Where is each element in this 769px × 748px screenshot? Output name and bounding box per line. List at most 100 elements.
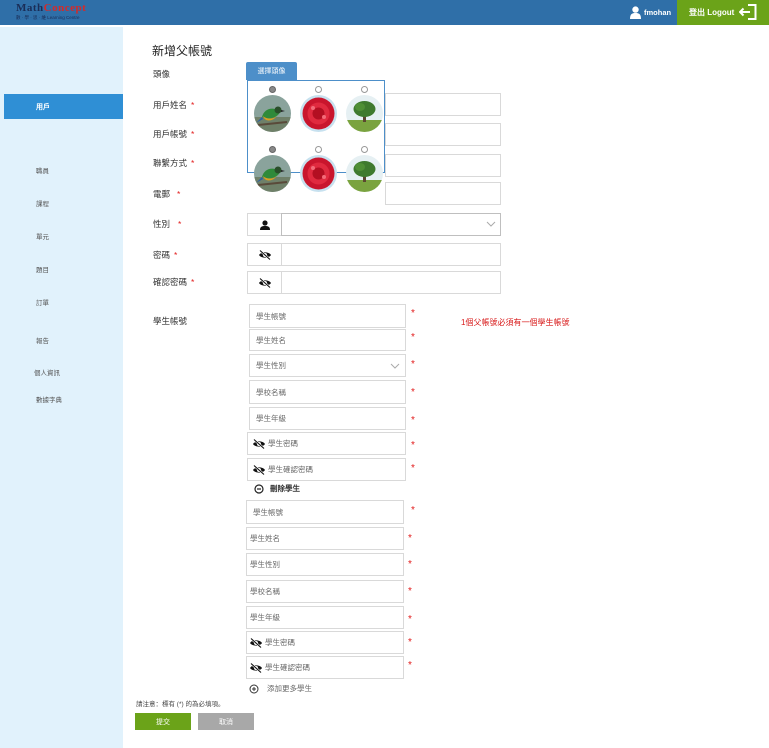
- student-password-input[interactable]: 學生密碼: [247, 432, 406, 455]
- required-mark: *: [411, 332, 415, 343]
- logout-label: 登出 Logout: [689, 8, 735, 17]
- student-account-input[interactable]: 學生帳號: [249, 304, 406, 328]
- sidebar-item-users[interactable]: 用戶: [4, 94, 123, 119]
- student-required-note: 1個父帳號必須有一個學生帳號: [461, 318, 570, 327]
- student-password-input[interactable]: 學生密碼: [246, 631, 404, 654]
- sidebar-item-orders[interactable]: 訂單: [36, 297, 49, 307]
- avatar-radio-2[interactable]: [315, 86, 322, 93]
- password-icon-cell[interactable]: [247, 243, 281, 266]
- placeholder: 學生年級: [256, 414, 286, 423]
- top-bar: MathConcept 數 · 學 · 思 · 維 Learning Centr…: [0, 0, 769, 25]
- sidebar-item-data-dictionary[interactable]: 數據字典: [36, 394, 62, 404]
- sidebar-item-questions[interactable]: 題目: [36, 264, 49, 274]
- student-name-input[interactable]: 學生姓名: [246, 527, 404, 550]
- logo-subtitle: 數 · 學 · 思 · 維 Learning Centre: [16, 15, 80, 20]
- email-input[interactable]: [385, 182, 501, 205]
- student-gender-select[interactable]: 學生性別: [249, 354, 406, 377]
- gender-select[interactable]: [281, 213, 501, 236]
- placeholder: 學生密碼: [268, 439, 298, 448]
- contact-input[interactable]: [385, 154, 501, 177]
- eye-slash-icon[interactable]: [252, 438, 266, 449]
- sidebar-item-courses[interactable]: 課程: [36, 198, 49, 208]
- avatar-radio-1[interactable]: [269, 86, 276, 93]
- chevron-down-icon: [390, 363, 400, 369]
- student-gender-select[interactable]: 學生性別: [246, 553, 404, 576]
- bird-avatar[interactable]: [254, 95, 291, 132]
- name-label: 用戶姓名 *: [153, 100, 195, 110]
- eye-slash-icon[interactable]: [252, 464, 266, 475]
- placeholder: 學生性別: [256, 361, 286, 370]
- avatar-radio-4[interactable]: [269, 146, 276, 153]
- student-grade-input[interactable]: 學生年級: [249, 407, 406, 430]
- bird-avatar[interactable]: [254, 155, 291, 192]
- school-name-input[interactable]: 學校名稱: [249, 380, 406, 404]
- placeholder: 學生確認密碼: [265, 663, 310, 672]
- required-mark: *: [411, 387, 415, 398]
- avatar-radio-3[interactable]: [361, 86, 368, 93]
- confirm-password-icon-cell[interactable]: [247, 271, 281, 294]
- placeholder: 學生帳號: [253, 507, 283, 517]
- choose-avatar-button[interactable]: 選擇頭像: [246, 62, 297, 80]
- delete-student-label: 刪除學生: [270, 484, 300, 493]
- required-footnote: 請注意：標有 (*) 的為必填項。: [136, 701, 225, 708]
- tree-avatar[interactable]: [346, 155, 383, 192]
- plus-circle-icon: [249, 684, 259, 693]
- logo-brand-left: Math: [16, 2, 44, 14]
- password-label: 密碼 *: [153, 250, 178, 260]
- avatar-radio-6[interactable]: [361, 146, 368, 153]
- add-more-students-label: 添加更多學生: [267, 684, 312, 693]
- logo[interactable]: MathConcept 數 · 學 · 思 · 維 Learning Centr…: [16, 3, 98, 22]
- placeholder: 學校名稱: [256, 387, 286, 397]
- contact-label: 聯繫方式 *: [153, 158, 195, 168]
- required-mark: *: [408, 637, 412, 648]
- avatar-picker: [247, 80, 385, 192]
- flower-avatar[interactable]: [300, 155, 337, 192]
- user-menu[interactable]: fmohan: [630, 3, 671, 21]
- logout-button[interactable]: 登出 Logout: [677, 0, 769, 25]
- eye-slash-icon: [258, 249, 271, 260]
- sidebar: [0, 27, 123, 748]
- student-confirm-password-input[interactable]: 學生確認密碼: [247, 458, 406, 481]
- placeholder: 學生密碼: [265, 638, 295, 647]
- password-input[interactable]: [281, 243, 501, 266]
- sidebar-item-staff[interactable]: 職員: [36, 165, 49, 175]
- required-mark: *: [411, 505, 415, 516]
- username: fmohan: [644, 7, 672, 17]
- account-label: 用戶帳號 *: [153, 129, 195, 139]
- gender-label: 性別 *: [153, 219, 182, 229]
- submit-button[interactable]: 提交: [135, 713, 191, 730]
- eye-slash-icon[interactable]: [249, 662, 263, 673]
- delete-student-button[interactable]: 刪除學生: [254, 483, 300, 494]
- user-icon: [259, 219, 270, 230]
- confirm-password-input[interactable]: [281, 271, 501, 294]
- logout-icon: [739, 4, 757, 20]
- student-confirm-password-input[interactable]: 學生確認密碼: [246, 656, 404, 679]
- tree-avatar[interactable]: [346, 95, 383, 132]
- sidebar-item-units[interactable]: 單元: [36, 231, 49, 241]
- required-mark: *: [411, 463, 415, 474]
- required-mark: *: [408, 559, 412, 570]
- add-more-students-button[interactable]: 添加更多學生: [249, 683, 312, 694]
- flower-avatar[interactable]: [300, 95, 337, 132]
- required-mark: *: [408, 660, 412, 671]
- cancel-button[interactable]: 取消: [198, 713, 254, 730]
- placeholder: 學生姓名: [256, 335, 286, 345]
- sidebar-item-reports[interactable]: 報告: [36, 335, 49, 345]
- logo-brand-right: Concept: [43, 2, 87, 14]
- avatar-radio-5[interactable]: [315, 146, 322, 153]
- school-name-input[interactable]: 學校名稱: [246, 580, 404, 603]
- placeholder: 學生姓名: [250, 534, 280, 543]
- name-input[interactable]: [385, 93, 501, 116]
- student-grade-input[interactable]: 學生年級: [246, 606, 404, 629]
- student-name-input[interactable]: 學生姓名: [249, 329, 406, 351]
- placeholder: 學生年級: [250, 613, 280, 622]
- account-input[interactable]: [385, 123, 501, 146]
- page-title: 新增父帳號: [152, 44, 213, 58]
- student-account-input[interactable]: 學生帳號: [246, 500, 404, 524]
- required-mark: *: [411, 415, 415, 426]
- sidebar-item-profile[interactable]: 個人資訊: [34, 367, 60, 377]
- user-icon: [630, 5, 641, 19]
- required-mark: *: [408, 586, 412, 597]
- required-mark: *: [411, 440, 415, 451]
- eye-slash-icon[interactable]: [249, 637, 263, 648]
